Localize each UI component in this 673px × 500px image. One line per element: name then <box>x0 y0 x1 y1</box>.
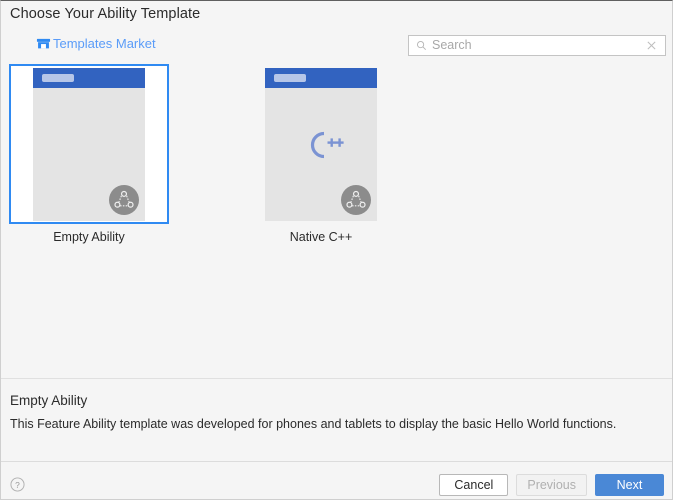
svg-text:?: ? <box>15 480 20 490</box>
clear-icon[interactable] <box>646 40 665 51</box>
cancel-button[interactable]: Cancel <box>439 474 509 496</box>
templates-market-label: Templates Market <box>53 36 156 51</box>
previous-button: Previous <box>516 474 587 496</box>
search-icon <box>409 40 427 51</box>
next-button[interactable]: Next <box>595 474 664 496</box>
page-title: Choose Your Ability Template <box>10 6 201 22</box>
search-box[interactable] <box>408 35 666 56</box>
detail-divider <box>1 378 672 379</box>
footer-buttons: Cancel Previous Next <box>439 474 664 496</box>
detail-title: Empty Ability <box>10 393 88 408</box>
template-card-frame <box>9 64 169 224</box>
template-card-empty-ability[interactable]: Empty Ability <box>9 64 169 244</box>
search-input[interactable] <box>427 37 646 54</box>
thumbnail-titlebar <box>265 68 377 88</box>
templates-market-link[interactable]: Templates Market <box>36 36 156 51</box>
thumbnail-titlebar <box>33 68 145 88</box>
template-card-frame <box>241 64 401 224</box>
template-thumbnail <box>265 68 377 221</box>
template-card-native-cpp[interactable]: Native C++ <box>241 64 401 244</box>
template-grid: Empty Ability Native C++ <box>9 64 401 244</box>
template-card-label: Empty Ability <box>53 230 125 244</box>
footer-divider <box>1 461 672 462</box>
choose-ability-template-dialog: Choose Your Ability Template Templates M… <box>0 0 673 500</box>
template-thumbnail <box>33 68 145 221</box>
detail-description: This Feature Ability template was develo… <box>10 417 617 431</box>
shop-icon <box>36 36 51 51</box>
template-card-label: Native C++ <box>289 230 353 244</box>
